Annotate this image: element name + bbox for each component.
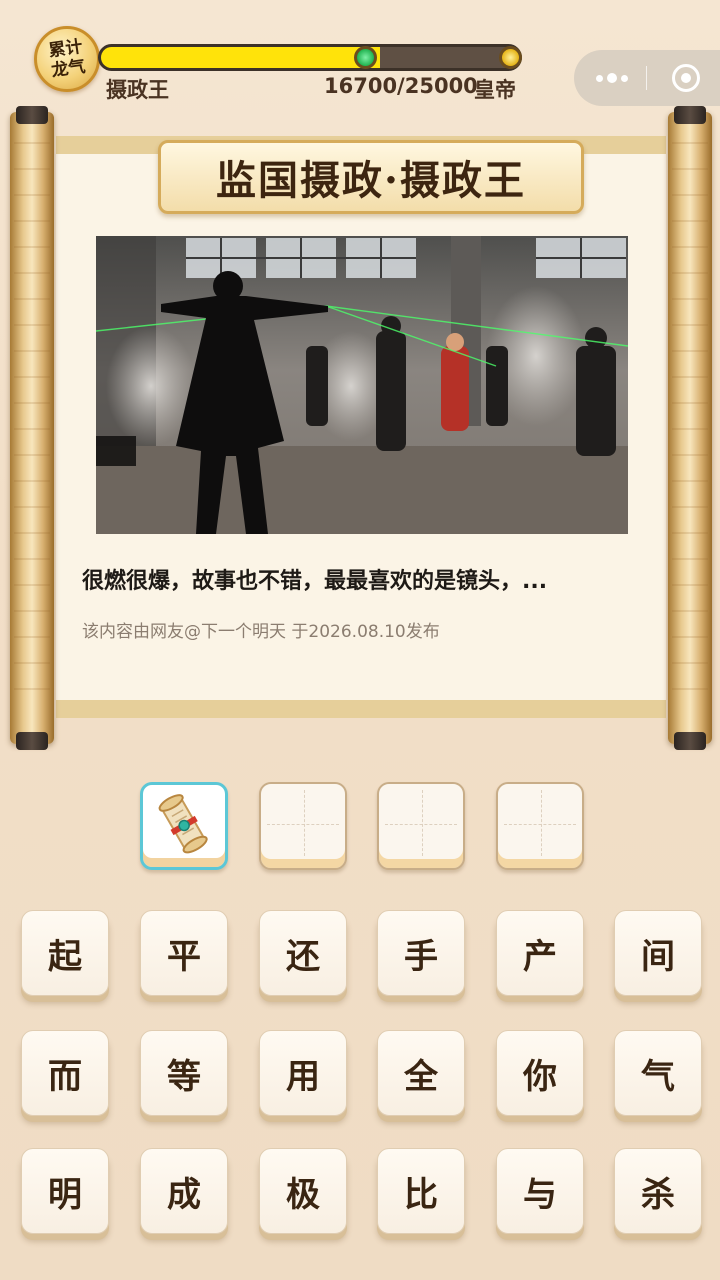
answer-slot-2[interactable] (259, 782, 347, 870)
capsule-divider (646, 66, 647, 90)
char-key[interactable]: 还 (259, 910, 347, 996)
char-key[interactable]: 气 (614, 1030, 702, 1116)
review-credit: 该内容由网友@下一个明天 于2026.08.10发布 (82, 622, 440, 642)
scroll-roller-right (668, 106, 712, 750)
level-title: 监国摄政·摄政王 (216, 157, 526, 204)
char-key[interactable]: 明 (21, 1148, 109, 1234)
current-rank-marker-icon (354, 46, 377, 69)
char-key[interactable]: 等 (140, 1030, 228, 1116)
review-text: 很燃很爆，故事也不错，最最喜欢的是镜头，... (82, 569, 548, 594)
char-key[interactable]: 而 (21, 1030, 109, 1116)
char-key[interactable]: 平 (140, 910, 228, 996)
level-title-banner: 监国摄政·摄政王 (158, 140, 584, 214)
badge-label: 累计龙气 (47, 36, 87, 82)
answer-slot-4[interactable] (496, 782, 584, 870)
char-key[interactable]: 成 (140, 1148, 228, 1234)
current-rank-label: 摄政王 (106, 78, 169, 102)
dragon-qi-badge[interactable]: 累计龙气 (34, 26, 100, 92)
scroll-hint-icon (158, 794, 208, 854)
close-miniprogram-icon[interactable] (672, 64, 700, 92)
char-key[interactable]: 用 (259, 1030, 347, 1116)
char-key[interactable]: 极 (259, 1148, 347, 1234)
answer-slot-3[interactable] (377, 782, 465, 870)
movie-still-image (96, 236, 628, 534)
rank-score: 16700/25000 (324, 74, 478, 98)
next-rank-label: 皇帝 (474, 78, 516, 102)
char-key[interactable]: 全 (377, 1030, 465, 1116)
rank-progress-bar (98, 44, 522, 71)
next-rank-marker-icon (499, 46, 522, 69)
rank-progress-fill (101, 47, 381, 68)
char-key[interactable]: 产 (496, 910, 584, 996)
char-key[interactable]: 与 (496, 1148, 584, 1234)
char-key[interactable]: 比 (377, 1148, 465, 1234)
scroll-roller-left (10, 106, 54, 750)
char-key[interactable]: 你 (496, 1030, 584, 1116)
answer-slot-1[interactable] (140, 782, 228, 870)
mini-program-capsule (574, 50, 720, 106)
char-key[interactable]: 杀 (614, 1148, 702, 1234)
char-key[interactable]: 起 (21, 910, 109, 996)
more-menu-icon[interactable] (596, 50, 628, 106)
char-key[interactable]: 手 (377, 910, 465, 996)
char-key[interactable]: 间 (614, 910, 702, 996)
